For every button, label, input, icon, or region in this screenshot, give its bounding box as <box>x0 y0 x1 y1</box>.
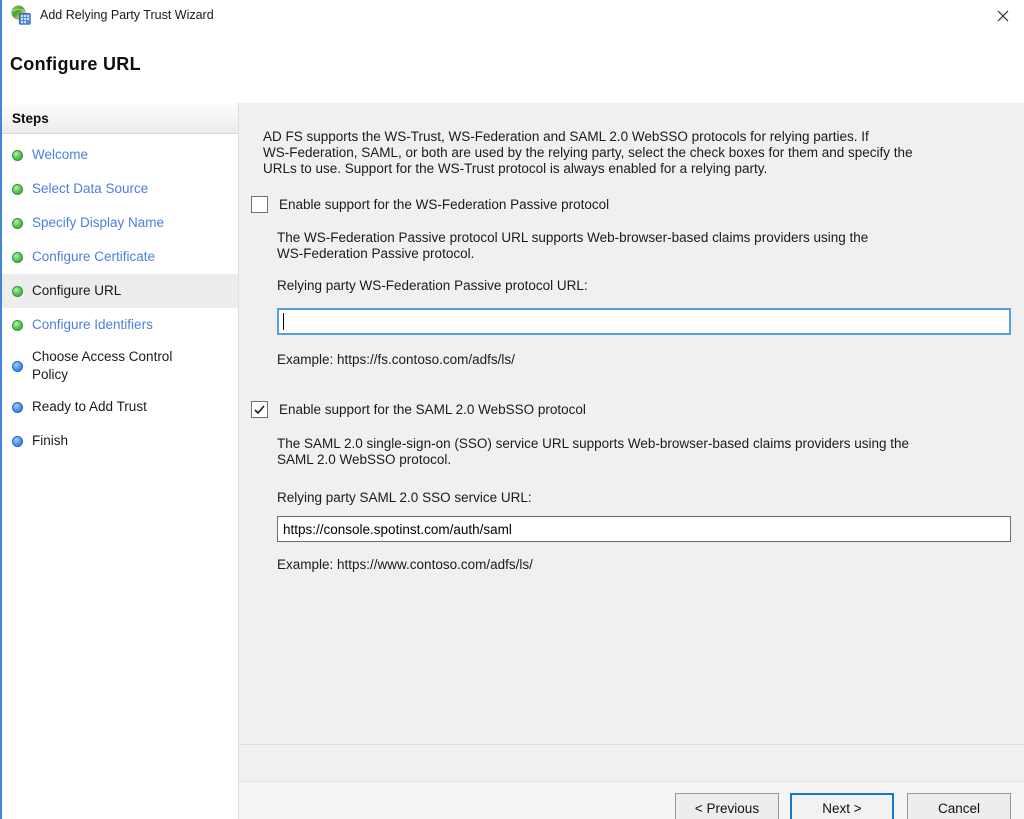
saml-description: The SAML 2.0 single-sign-on (SSO) servic… <box>277 436 1011 468</box>
adfs-trust-icon <box>11 5 31 25</box>
next-button[interactable]: Next > <box>790 793 894 819</box>
wsfed-url-label: Relying party WS-Federation Passive prot… <box>277 278 1011 293</box>
window-title: Add Relying Party Trust Wizard <box>40 8 214 22</box>
title-bar: Add Relying Party Trust Wizard <box>2 0 1024 30</box>
wsfed-example-text: Example: https://fs.contoso.com/adfs/ls/ <box>277 352 1011 367</box>
step-done-icon <box>12 252 23 263</box>
steps-list: Welcome Select Data Source Specify Displ… <box>2 134 238 458</box>
sidebar-item-ready-to-add-trust[interactable]: Ready to Add Trust <box>2 390 238 424</box>
wsfed-url-input[interactable] <box>277 308 1011 335</box>
step-pending-icon <box>12 436 23 447</box>
wsfed-description: The WS-Federation Passive protocol URL s… <box>277 230 1011 262</box>
heading-row: Configure URL <box>2 30 1024 103</box>
wsfed-checkbox-row[interactable]: Enable support for the WS-Federation Pas… <box>251 196 1011 213</box>
text-caret <box>283 313 284 330</box>
step-done-icon <box>12 150 23 161</box>
sidebar-item-finish[interactable]: Finish <box>2 424 238 458</box>
button-bar: < Previous Next > Cancel <box>239 744 1024 819</box>
sidebar-item-configure-certificate[interactable]: Configure Certificate <box>2 240 238 274</box>
saml-url-input[interactable] <box>277 516 1011 542</box>
saml-url-label: Relying party SAML 2.0 SSO service URL: <box>277 490 1011 505</box>
saml-example-text: Example: https://www.contoso.com/adfs/ls… <box>277 557 1011 572</box>
sidebar-item-specify-display-name[interactable]: Specify Display Name <box>2 206 238 240</box>
check-icon <box>254 405 265 415</box>
steps-sidebar: Steps Welcome Select Data Source Specify… <box>2 103 239 819</box>
sidebar-item-select-data-source[interactable]: Select Data Source <box>2 172 238 206</box>
wsfed-checkbox[interactable] <box>251 196 268 213</box>
intro-text: AD FS supports the WS-Trust, WS-Federati… <box>263 129 1011 177</box>
step-done-icon <box>12 286 23 297</box>
close-icon[interactable] <box>993 6 1013 26</box>
sidebar-item-configure-url[interactable]: Configure URL <box>2 274 238 308</box>
wsfed-checkbox-label: Enable support for the WS-Federation Pas… <box>279 197 609 212</box>
step-done-icon <box>12 184 23 195</box>
step-pending-icon <box>12 402 23 413</box>
saml-checkbox-row[interactable]: Enable support for the SAML 2.0 WebSSO p… <box>251 401 1011 418</box>
sidebar-item-choose-access-control-policy[interactable]: Choose Access Control Policy <box>2 342 238 390</box>
cancel-button[interactable]: Cancel <box>907 793 1011 819</box>
previous-button[interactable]: < Previous <box>675 793 779 819</box>
saml-checkbox-label: Enable support for the SAML 2.0 WebSSO p… <box>279 402 586 417</box>
sidebar-item-configure-identifiers[interactable]: Configure Identifiers <box>2 308 238 342</box>
step-pending-icon <box>12 361 23 372</box>
wizard-window: Add Relying Party Trust Wizard Configure… <box>0 0 1024 819</box>
sidebar-item-welcome[interactable]: Welcome <box>2 138 238 172</box>
saml-checkbox[interactable] <box>251 401 268 418</box>
step-done-icon <box>12 218 23 229</box>
step-done-icon <box>12 320 23 331</box>
content-pane: AD FS supports the WS-Trust, WS-Federati… <box>239 103 1024 819</box>
steps-header: Steps <box>2 103 238 134</box>
page-title: Configure URL <box>10 30 1024 75</box>
